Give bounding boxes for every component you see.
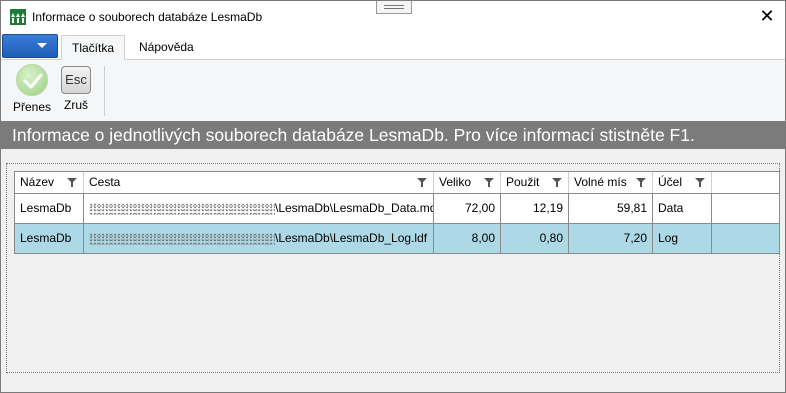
cell-size: 72,00: [434, 194, 501, 223]
cell-free: 59,81: [569, 194, 653, 223]
cell-name: LesmaDb: [14, 224, 84, 253]
cell-name: LesmaDb: [14, 194, 84, 223]
cell-path-text: \LesmaDb\LesmaDb_Data.mdf: [275, 201, 434, 215]
close-button[interactable]: ✕: [757, 7, 777, 27]
filter-icon[interactable]: [552, 178, 562, 187]
column-header-label: Cesta: [89, 175, 121, 189]
tab-napoveda[interactable]: Nápověda: [129, 35, 204, 60]
filter-icon[interactable]: [67, 178, 77, 187]
grid-header-row: Název Cesta Veliko Použit Volné mís Účel: [14, 172, 780, 194]
redacted-path: [89, 202, 275, 215]
cell-path-text: \LesmaDb\LesmaDb_Log.ldf: [275, 231, 428, 245]
column-header-label: Volné mís: [574, 175, 627, 189]
files-grid[interactable]: Název Cesta Veliko Použit Volné mís Účel…: [14, 171, 780, 254]
app-logo-icon: [10, 9, 26, 25]
esc-key-icon: Esc: [61, 66, 91, 94]
dialog-window: Informace o souborech databáze LesmaDb ✕…: [0, 0, 786, 393]
column-header-label: Veliko: [439, 175, 472, 189]
filter-icon[interactable]: [417, 178, 427, 187]
table-row[interactable]: LesmaDb \LesmaDb\LesmaDb_Data.mdf 72,00 …: [14, 194, 780, 224]
cell-empty: [712, 194, 780, 223]
column-header-label: Název: [20, 175, 55, 189]
column-header-label: Použit: [506, 175, 540, 189]
cell-purpose: Data: [653, 194, 712, 223]
column-header-ucel[interactable]: Účel: [653, 172, 712, 193]
redacted-path: [89, 232, 275, 245]
ribbon-panel: Přenes Esc Zruš: [1, 60, 785, 121]
ribbon-tab-bar: Tlačítka Nápověda: [1, 33, 785, 60]
cell-used: 12,19: [501, 194, 569, 223]
column-header-label: Účel: [658, 175, 683, 189]
zrus-label: Zruš: [64, 98, 88, 112]
info-banner: Informace o jednotlivých souborech datab…: [1, 121, 785, 149]
zrus-button[interactable]: Esc Zruš: [58, 64, 94, 112]
tab-tlacitka[interactable]: Tlačítka: [61, 35, 126, 60]
filter-icon[interactable]: [484, 178, 494, 187]
prenes-button[interactable]: Přenes: [12, 64, 52, 114]
application-menu-button[interactable]: [2, 34, 58, 58]
window-title: Informace o souborech databáze LesmaDb: [32, 10, 263, 24]
title-bar[interactable]: Informace o souborech databáze LesmaDb ✕: [1, 1, 785, 33]
table-row-selected[interactable]: LesmaDb \LesmaDb\LesmaDb_Log.ldf 8,00 0,…: [14, 224, 780, 254]
cell-path: \LesmaDb\LesmaDb_Log.ldf: [84, 224, 434, 253]
filter-icon[interactable]: [695, 178, 705, 187]
cell-used: 0,80: [501, 224, 569, 253]
cell-purpose: Log: [653, 224, 712, 253]
check-circle-icon: [16, 64, 48, 96]
cell-free: 7,20: [569, 224, 653, 253]
column-header-empty: [712, 172, 780, 193]
column-header-nazev[interactable]: Název: [14, 172, 84, 193]
prenes-label: Přenes: [12, 100, 52, 114]
column-header-pouzito[interactable]: Použit: [501, 172, 569, 193]
filter-icon[interactable]: [636, 178, 646, 187]
column-header-cesta[interactable]: Cesta: [84, 172, 434, 193]
cell-empty: [712, 224, 780, 253]
cell-size: 8,00: [434, 224, 501, 253]
column-header-velikost[interactable]: Veliko: [434, 172, 501, 193]
chevron-down-icon: [37, 43, 47, 48]
resize-grip-icon[interactable]: [376, 1, 412, 14]
cell-path: \LesmaDb\LesmaDb_Data.mdf: [84, 194, 434, 223]
column-header-volne-misto[interactable]: Volné mís: [569, 172, 653, 193]
ribbon-separator: [104, 66, 105, 116]
